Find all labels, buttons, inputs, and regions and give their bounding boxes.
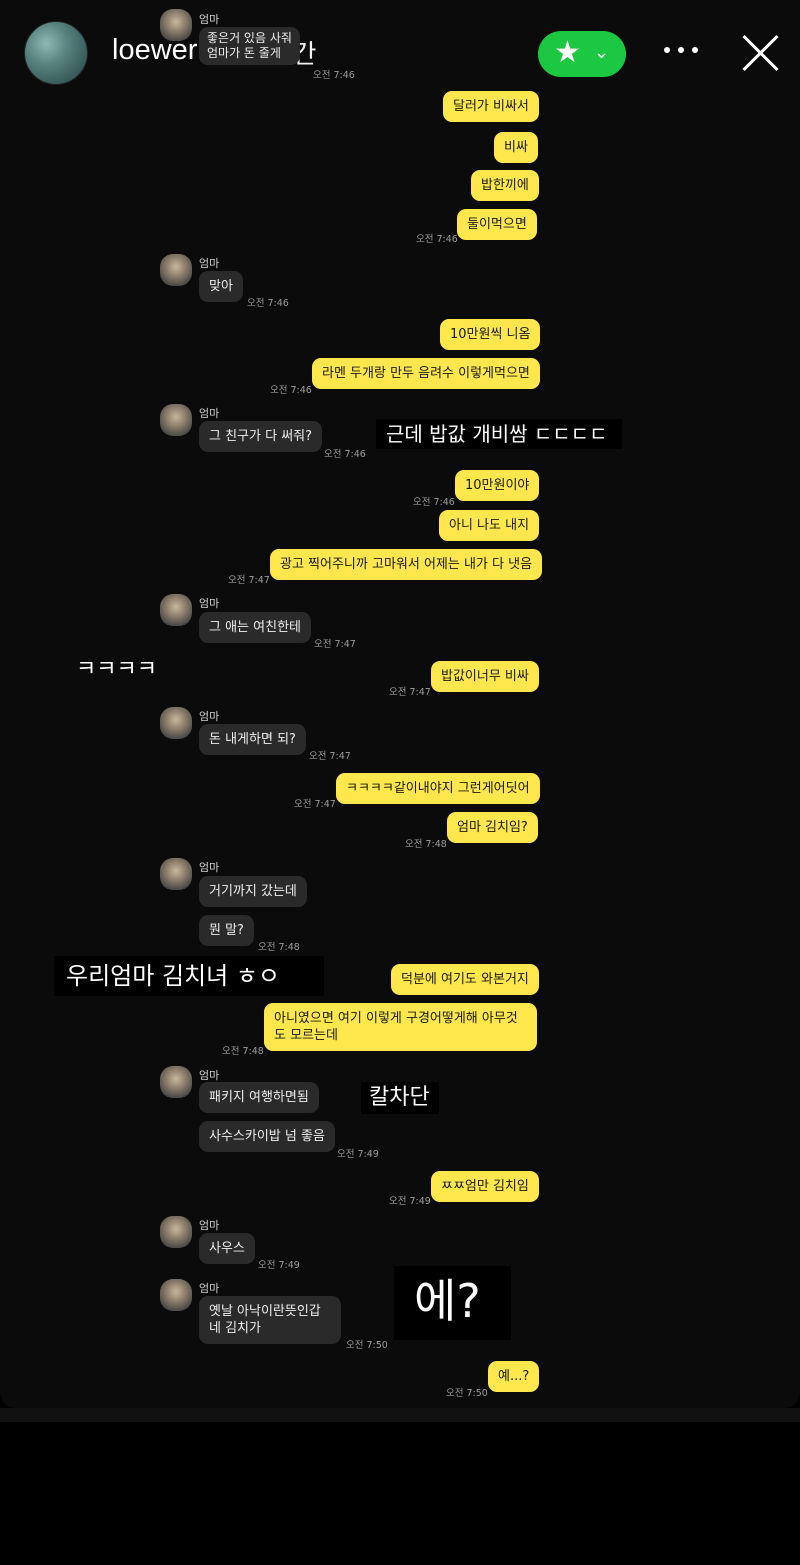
avatar[interactable] [24, 21, 88, 85]
text-sticker[interactable]: 우리엄마 김치녀 ㅎㅇ [54, 956, 324, 996]
message-outgoing: 10만원씩 니옴 [440, 319, 541, 350]
sender-name: 엄마 [199, 710, 220, 723]
message-incoming: 뭔 말? [199, 915, 254, 946]
message-incoming: 옛날 아낙이란뜻인갑네 김치가 [199, 1296, 341, 1344]
message-outgoing: 덕분에 여기도 와본거지 [391, 964, 539, 995]
message-outgoing: 비싸 [494, 132, 538, 163]
mom-avatar [160, 1066, 192, 1098]
message-outgoing: 밥한끼에 [471, 170, 539, 201]
more-icon[interactable] [664, 47, 698, 57]
sender-name: 엄마 [199, 257, 220, 270]
close-friends-button[interactable]: ★ ⌄ [538, 31, 626, 77]
text-sticker[interactable]: 에? [394, 1266, 511, 1340]
sender-name: 엄마 [199, 1219, 220, 1232]
timestamp: 오전 7:48 [405, 839, 447, 850]
story-footer [0, 1408, 800, 1422]
timestamp: 오전 7:49 [389, 1196, 431, 1207]
timestamp: 오전 7:49 [337, 1149, 379, 1160]
mom-avatar [160, 404, 192, 436]
message-outgoing: 라멘 두개랑 만두 음려수 이렇게먹으면 [312, 358, 540, 389]
close-icon[interactable] [740, 33, 780, 73]
message-incoming: 사우스 [199, 1233, 255, 1264]
message-outgoing: 아니 나도 내지 [439, 510, 540, 541]
message-outgoing: 둘이먹으면 [457, 209, 537, 240]
message-outgoing: ㅉㅉ엄만 김치임 [431, 1171, 539, 1202]
text-sticker[interactable]: ㅋㅋㅋㅋ [70, 655, 202, 685]
timestamp: 오전 7:46 [416, 234, 458, 245]
message-outgoing: 엄마 김치임? [447, 812, 538, 843]
message-outgoing: 광고 찍어주니까 고마워서 어제는 내가 다 냇음 [270, 549, 543, 580]
message-outgoing: 예...? [488, 1361, 540, 1392]
mom-avatar [160, 858, 192, 890]
message-line: 엄마가 돈 줄게 [207, 46, 281, 60]
sender-name: 엄마 [199, 861, 220, 874]
message-incoming: 사수스카이밥 넘 좋음 [199, 1121, 335, 1152]
message-outgoing: 달러가 비싸서 [443, 91, 539, 122]
message-incoming: 맞아 [199, 271, 243, 302]
timestamp: 오전 7:46 [313, 70, 355, 81]
mom-avatar [160, 594, 192, 626]
sender-name: 엄마 [199, 13, 220, 26]
message-outgoing: 10만원이야 [455, 470, 540, 501]
message-outgoing: ㅋㅋㅋㅋ같이내야지 그런게어딧어 [336, 773, 540, 804]
mom-avatar [160, 9, 192, 41]
message-incoming: 그 애는 여친한테 [199, 612, 311, 643]
mom-avatar [160, 707, 192, 739]
timestamp: 오전 7:47 [389, 687, 431, 698]
sender-name: 엄마 [199, 407, 220, 420]
text-sticker[interactable]: 칼차단 [361, 1082, 439, 1114]
timestamp: 오전 7:47 [314, 639, 356, 650]
timestamp: 오전 7:46 [413, 497, 455, 508]
message-incoming: 거기까지 갔는데 [199, 876, 307, 907]
sender-name: 엄마 [199, 1282, 220, 1295]
mom-avatar [160, 1279, 192, 1311]
timestamp: 오전 7:46 [270, 385, 312, 396]
text-sticker[interactable]: 근데 밥값 개비쌈 ㄷㄷㄷㄷ [376, 419, 622, 449]
sender-name: 엄마 [199, 597, 220, 610]
message-incoming: 패키지 여행하면됨 [199, 1082, 319, 1113]
timestamp: 오전 7:46 [324, 449, 366, 460]
timestamp: 오전 7:47 [228, 575, 270, 586]
close-friends-star-icon: ★ [554, 35, 581, 70]
timestamp: 오전 7:47 [294, 799, 336, 810]
message-outgoing: 아니였으면 여기 이렇게 구경어떻게해 아무것도 모르는데 [264, 1003, 537, 1051]
timestamp: 오전 7:50 [346, 1340, 388, 1351]
message-line: 좋은거 있음 사줘 [207, 31, 292, 45]
story-card: loeweruby 1시간 ★ ⌄ 엄마 좋은거 있음 사줘 엄마가 돈 줄게 … [0, 0, 800, 1408]
timestamp: 오전 7:50 [446, 1388, 488, 1399]
timestamp: 오전 7:48 [258, 942, 300, 953]
message-incoming: 좋은거 있음 사줘 엄마가 돈 줄게 [199, 27, 300, 65]
message-incoming: 돈 내게하면 되? [199, 724, 306, 755]
mom-avatar [160, 254, 192, 286]
message-outgoing: 밥값이너무 비싸 [431, 661, 539, 692]
timestamp: 오전 7:47 [309, 751, 351, 762]
timestamp: 오전 7:49 [258, 1260, 300, 1271]
timestamp: 오전 7:46 [247, 298, 289, 309]
chevron-down-icon: ⌄ [594, 42, 610, 63]
message-incoming: 그 친구가 다 써줘? [199, 421, 323, 452]
mom-avatar [160, 1216, 192, 1248]
sender-name: 엄마 [199, 1069, 220, 1082]
timestamp: 오전 7:48 [222, 1046, 264, 1057]
